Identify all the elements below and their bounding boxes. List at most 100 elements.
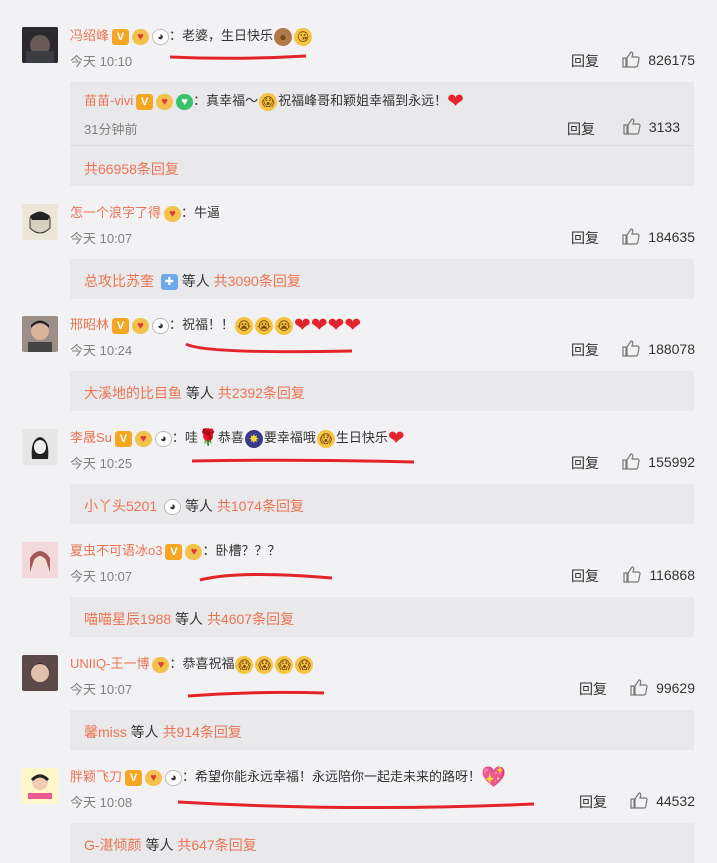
shocked-emoji-icon: 😱 (295, 655, 314, 674)
reply-from-user[interactable]: 馨miss (84, 724, 127, 740)
like-button[interactable]: 155992 (622, 453, 695, 470)
avatar[interactable] (22, 204, 58, 240)
thumbs-up-icon (622, 453, 640, 470)
like-button[interactable]: 44532 (630, 792, 695, 809)
avatar[interactable] (22, 429, 58, 465)
kiss-emoji-icon: 😘 (294, 27, 313, 46)
reply-button[interactable]: 回复 (571, 228, 599, 248)
comment-header: 李晟Su V ♥ ◕ ：哇🌹恭喜 ✸ 要幸福哦 😱 生日快乐❤ (70, 427, 405, 450)
thumbs-up-icon (622, 228, 640, 245)
heart-badge-icon: ♥ (164, 205, 182, 222)
avatar[interactable] (22, 768, 58, 804)
vip-badge-icon: V (114, 430, 132, 447)
reply-summary: 馨miss 等人 共914条回复 (84, 724, 242, 740)
shocked-emoji-icon: 😱 (255, 655, 274, 674)
shocked-emoji-icon: 😱 (235, 655, 254, 674)
total-replies-link[interactable]: 共3090条回复 (214, 273, 301, 289)
reply-from-user[interactable]: 喵喵星辰1988 (84, 611, 171, 627)
like-button[interactable]: 99629 (630, 679, 695, 696)
thumbs-up-icon (623, 118, 641, 135)
red-underline (187, 690, 325, 698)
heart-badge-icon: ♥ (132, 28, 150, 45)
like-count: 184635 (648, 228, 695, 245)
reply-button[interactable]: 回复 (571, 566, 599, 586)
panda-icon: ◕ (152, 28, 170, 45)
reply-button[interactable]: 回复 (571, 51, 599, 71)
sub-reply-button[interactable]: 回复 (567, 119, 595, 139)
avatar[interactable] (22, 542, 58, 578)
red-heart-icon: ❤ (327, 314, 345, 337)
reply-box: 总攻比苏奎 ✚ 等人 共3090条回复 (70, 259, 694, 299)
reply-button[interactable]: 回复 (571, 453, 599, 473)
vip-badge-icon: V (112, 317, 130, 334)
reply-button[interactable]: 回复 (571, 340, 599, 360)
reply-box: 馨miss 等人 共914条回复 (70, 710, 694, 750)
comment-text-3: 要幸福哦 (263, 430, 316, 445)
reply-summary: G-湛倾颜 等人 共647条回复 (84, 837, 257, 853)
like-button[interactable]: 826175 (622, 51, 695, 68)
like-button[interactable]: 184635 (622, 228, 695, 245)
comment-text: 希望你能永远幸福！永远陪你一起走未来的路呀！ (195, 769, 482, 784)
timestamp: 今天 10:25 (70, 456, 133, 471)
avatar[interactable] (22, 27, 58, 63)
username[interactable]: 胖颖飞刀 (70, 769, 122, 784)
total-replies-link[interactable]: 共1074条回复 (217, 498, 304, 514)
total-replies-link[interactable]: 共66958条回复 (84, 159, 179, 179)
username[interactable]: 怎一个浪字了得 (70, 205, 161, 220)
reply-button[interactable]: 回复 (579, 792, 607, 812)
total-replies-link[interactable]: 共914条回复 (163, 724, 242, 740)
heart-badge-icon: ♥ (134, 430, 152, 447)
red-heart-icon: ❤ (387, 427, 405, 450)
panda-icon: ◕ (164, 499, 182, 516)
sob-emoji-icon: 😭 (235, 316, 254, 335)
vip-badge-icon: V (136, 93, 154, 110)
sub-like-button[interactable]: 3133 (623, 118, 680, 135)
timestamp: 今天 10:07 (70, 231, 133, 246)
comment-text: 牛逼 (194, 205, 221, 220)
reply-button[interactable]: 回复 (579, 679, 607, 699)
heart-badge-icon: ♥ (152, 656, 170, 673)
timestamp: 今天 10:24 (70, 343, 133, 358)
red-underline (169, 54, 307, 60)
sparkling-heart-icon: 💖 (481, 766, 506, 789)
total-replies-link[interactable]: 共2392条回复 (218, 385, 305, 401)
comment-text: 卧槽？？？ (215, 543, 281, 558)
vip-badge-icon: V (112, 28, 130, 45)
thumbs-up-icon (622, 340, 640, 357)
username[interactable]: 邢昭林 (70, 317, 109, 332)
vip-badge-icon: V (165, 543, 183, 560)
username[interactable]: UNIIQ-王一博 (70, 656, 149, 671)
sub-reply-text: 真幸福～ (206, 93, 259, 108)
red-heart-icon: ❤ (294, 314, 311, 337)
comment-header: 胖颖飞刀 V ♥ ◕ ：希望你能永远幸福！永远陪你一起走未来的路呀！💖 (70, 766, 506, 789)
vip-badge-icon: V (125, 769, 143, 786)
reply-from-user[interactable]: 小丫头5201 (84, 498, 157, 514)
total-replies-link[interactable]: 共647条回复 (177, 837, 256, 853)
red-heart-icon: ❤ (344, 314, 362, 337)
like-button[interactable]: 188078 (622, 340, 695, 357)
red-underline (185, 342, 353, 354)
green-heart-badge-icon: ♥ (176, 93, 194, 110)
timestamp: 今天 10:08 (70, 795, 133, 810)
username[interactable]: 李晟Su (70, 430, 112, 445)
sub-reply-username[interactable]: 苗苗-vivi (84, 93, 133, 108)
reply-from-user[interactable]: 大溪地的比目鱼 (84, 385, 182, 401)
avatar[interactable] (22, 316, 58, 352)
total-replies-link[interactable]: 共4607条回复 (207, 611, 294, 627)
avatar[interactable] (22, 655, 58, 691)
red-underline (199, 572, 333, 582)
comment-text: 老婆，生日快乐 (182, 28, 274, 43)
username[interactable]: 夏虫不可语冰o3 (70, 543, 162, 558)
reply-from-user[interactable]: G-湛倾颜 (84, 837, 142, 853)
reply-box: 大溪地的比目鱼 等人 共2392条回复 (70, 371, 694, 411)
thumbs-up-icon (630, 792, 648, 809)
reply-from-user[interactable]: 总攻比苏奎 (84, 273, 154, 289)
comment-text-2: 恭喜 (217, 430, 244, 445)
red-underline (191, 458, 415, 464)
comment-header: 夏虫不可语冰o3 V ♥ ：卧槽？？？ (70, 543, 281, 560)
username[interactable]: 冯绍峰 (70, 28, 109, 43)
like-count: 116868 (649, 566, 695, 583)
comment-header: 怎一个浪字了得 ♥ ：牛逼 (70, 205, 221, 222)
like-button[interactable]: 116868 (623, 566, 695, 583)
panda-icon: ◕ (165, 769, 183, 786)
